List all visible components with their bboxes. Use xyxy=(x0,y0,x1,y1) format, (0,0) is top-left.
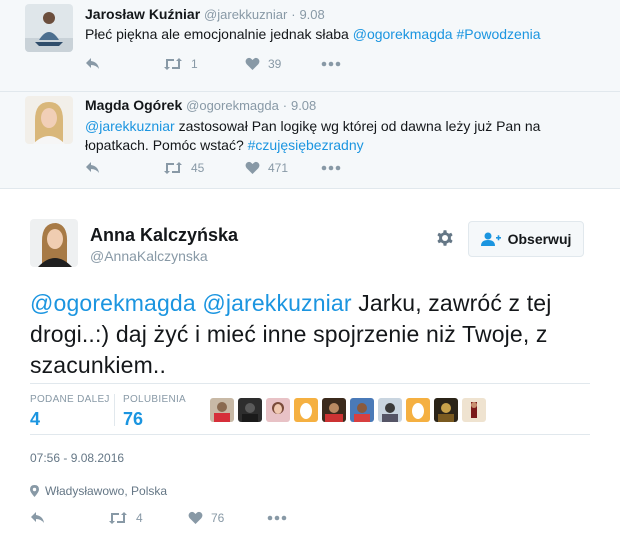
liker-avatar[interactable] xyxy=(238,398,262,422)
tweet-text: @ogorekmagda @jarekkuzniar Jarku, zawróć… xyxy=(30,288,600,381)
retweet-button[interactable]: 4 xyxy=(108,508,143,528)
author-handle[interactable]: @jarekkuzniar xyxy=(204,7,287,22)
retweet-count: 4 xyxy=(136,511,143,525)
more-icon xyxy=(321,165,341,171)
location-label: Władysławowo, Polska xyxy=(45,484,168,498)
retweet-count: 45 xyxy=(191,161,205,175)
reply-tweet[interactable]: Jarosław Kuźniar @jarekkuzniar · 9.08 Pł… xyxy=(0,0,620,92)
main-tweet: Anna Kalczyńska @AnnaKalczynska Obserwuj… xyxy=(0,203,620,535)
avatar[interactable] xyxy=(30,219,78,267)
retweets-label: PODANE DALEJ xyxy=(30,394,110,405)
mention-link[interactable]: @jarekkuzniar xyxy=(85,118,175,134)
tweet-time[interactable]: 9.08 xyxy=(299,7,324,22)
retweets-value: 4 xyxy=(30,409,41,429)
reply-tweet[interactable]: Magda Ogórek @ogorekmagda · 9.08 @jarekk… xyxy=(0,92,620,189)
more-button[interactable] xyxy=(267,508,287,528)
tweet-text-plain: Płeć piękna ale emocjonalnie jednak słab… xyxy=(85,26,353,42)
like-button[interactable]: 39 xyxy=(245,54,281,74)
mention-link[interactable]: @jarekkuzniar xyxy=(202,290,351,316)
tweet-stats: PODANE DALEJ 4 POLUBIENIA 76 xyxy=(30,383,590,435)
liker-avatar[interactable] xyxy=(434,398,458,422)
heart-icon xyxy=(245,161,260,174)
liker-avatar[interactable] xyxy=(266,398,290,422)
mention-link[interactable]: @ogorekmagda xyxy=(30,290,196,316)
liker-avatar[interactable] xyxy=(350,398,374,422)
reply-button[interactable] xyxy=(85,54,101,74)
liker-avatar[interactable] xyxy=(378,398,402,422)
tweet-actions: 1 39 xyxy=(85,54,385,74)
gear-icon xyxy=(437,230,453,246)
liker-avatar[interactable] xyxy=(322,398,346,422)
separator: · xyxy=(291,7,296,22)
author-name[interactable]: Magda Ogórek xyxy=(85,97,182,113)
liker-avatar[interactable] xyxy=(210,398,234,422)
follow-button[interactable]: Obserwuj xyxy=(468,221,584,257)
like-count: 471 xyxy=(268,161,289,175)
reply-button[interactable] xyxy=(85,158,101,178)
reply-icon xyxy=(86,162,99,173)
tweet-header: Jarosław Kuźniar @jarekkuzniar · 9.08 xyxy=(85,6,325,22)
like-button[interactable]: 76 xyxy=(188,508,224,528)
settings-button[interactable] xyxy=(435,228,455,248)
author-handle[interactable]: @ogorekmagda xyxy=(186,98,279,113)
hashtag-link[interactable]: #czujęsiębezradny xyxy=(248,137,364,153)
retweets-stat[interactable]: PODANE DALEJ 4 xyxy=(30,394,110,430)
avatar[interactable] xyxy=(25,96,73,144)
more-icon xyxy=(321,61,341,67)
reply-icon xyxy=(86,58,99,69)
retweet-icon xyxy=(164,162,182,174)
like-button[interactable]: 471 xyxy=(245,158,288,178)
reply-icon xyxy=(31,512,44,523)
tweet-text: @jarekkuzniar zastosował Pan logikę wg k… xyxy=(85,117,595,155)
author-name[interactable]: Anna Kalczyńska xyxy=(90,225,238,246)
heart-icon xyxy=(245,57,260,70)
tweet-header: Magda Ogórek @ogorekmagda · 9.08 xyxy=(85,97,316,113)
retweet-button[interactable]: 45 xyxy=(163,158,204,178)
tweet-location[interactable]: Władysławowo, Polska xyxy=(30,484,167,498)
retweet-count: 1 xyxy=(191,57,198,71)
add-user-icon xyxy=(480,232,501,246)
more-icon xyxy=(267,515,287,521)
hashtag-link[interactable]: #Powodzenia xyxy=(456,26,540,42)
separator: · xyxy=(282,98,288,113)
like-count: 76 xyxy=(211,511,225,525)
tweet-time[interactable]: 9.08 xyxy=(291,98,316,113)
avatar[interactable] xyxy=(25,4,73,52)
retweet-button[interactable]: 1 xyxy=(163,54,198,74)
liker-avatar[interactable] xyxy=(294,398,318,422)
tweet-actions: 45 471 xyxy=(85,158,385,178)
heart-icon xyxy=(188,511,203,524)
tweet-text: Płeć piękna ale emocjonalnie jednak słab… xyxy=(85,25,595,44)
mention-link[interactable]: @ogorekmagda xyxy=(353,26,453,42)
like-count: 39 xyxy=(268,57,282,71)
author-name[interactable]: Jarosław Kuźniar xyxy=(85,6,200,22)
likers-avatars xyxy=(210,398,490,422)
author-handle[interactable]: @AnnaKalczynska xyxy=(90,248,208,264)
likes-stat[interactable]: POLUBIENIA 76 xyxy=(114,394,187,429)
more-button[interactable] xyxy=(321,158,341,178)
more-button[interactable] xyxy=(321,54,341,74)
liker-avatar[interactable] xyxy=(462,398,486,422)
retweet-icon xyxy=(109,512,127,524)
likes-value: 76 xyxy=(123,409,144,429)
location-pin-icon xyxy=(30,485,39,497)
likes-label: POLUBIENIA xyxy=(123,394,187,405)
reply-button[interactable] xyxy=(30,508,46,528)
follow-label: Obserwuj xyxy=(507,231,572,247)
retweet-icon xyxy=(164,58,182,70)
tweet-actions: 4 76 xyxy=(30,508,330,528)
liker-avatar[interactable] xyxy=(406,398,430,422)
tweet-datetime[interactable]: 07:56 - 9.08.2016 xyxy=(30,451,124,465)
